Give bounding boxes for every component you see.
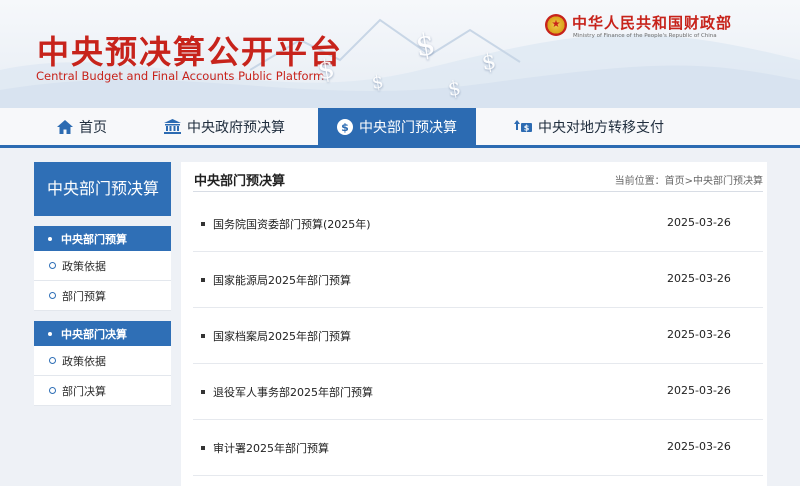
sidebar-item-label: 部门决算	[62, 384, 106, 398]
list-item[interactable]: 国务院国资委部门预算(2025年) 2025-03-26	[193, 196, 763, 252]
nav-item-central-government-budget[interactable]: 中央政府预决算	[164, 108, 285, 145]
list-item-title[interactable]: 审计署2025年部门预算	[213, 440, 329, 456]
government-building-icon	[164, 119, 181, 134]
transfer-icon: $	[514, 119, 532, 134]
sidebar-section-label: 中央部门预算	[61, 232, 127, 246]
sidebar-section-label: 中央部门决算	[61, 327, 127, 341]
circle-bullet-icon	[49, 357, 56, 364]
square-bullet-icon	[201, 222, 205, 226]
list-item-date: 2025-03-26	[667, 328, 731, 341]
list-item-title[interactable]: 退役军人事务部2025年部门预算	[213, 384, 373, 400]
bullet-icon	[48, 331, 52, 336]
site-banner: 中央预决算公开平台 Central Budget and Final Accou…	[0, 0, 800, 108]
nav-item-central-department-budget[interactable]: $ 中央部门预决算	[318, 108, 476, 145]
sidebar-item-label: 政策依据	[62, 354, 106, 368]
sidebar-group-budget: 中央部门预算 政策依据 部门预算	[34, 226, 171, 311]
main-nav: 首页 中央政府预决算 $ 中央部门预决算 $ 中央对地方转移支付	[0, 108, 800, 148]
dollar-coin-icon: $	[337, 118, 353, 135]
list-item-date: 2025-03-26	[667, 384, 731, 397]
list-item-title[interactable]: 国家能源局2025年部门预算	[213, 272, 351, 288]
national-emblem-icon: ★	[545, 14, 567, 36]
square-bullet-icon	[201, 390, 205, 394]
sidebar-item-label: 政策依据	[62, 259, 106, 273]
sidebar-section-final-accounts[interactable]: 中央部门决算	[34, 321, 171, 346]
bullet-icon	[48, 236, 52, 241]
circle-bullet-icon	[49, 387, 56, 394]
sidebar-group-final-accounts: 中央部门决算 政策依据 部门决算	[34, 321, 171, 406]
home-icon	[57, 119, 73, 134]
svg-text:$: $	[341, 121, 349, 134]
sidebar-item-department-final-accounts[interactable]: 部门决算	[34, 376, 171, 406]
nav-item-label: 中央政府预决算	[187, 119, 285, 136]
circle-bullet-icon	[49, 262, 56, 269]
square-bullet-icon	[201, 278, 205, 282]
list-item-date: 2025-03-26	[667, 272, 731, 285]
square-bullet-icon	[201, 334, 205, 338]
nav-item-label: 首页	[79, 119, 107, 136]
nav-item-label: 中央部门预决算	[359, 119, 457, 136]
sidebar-item-budget-policy[interactable]: 政策依据	[34, 251, 171, 281]
breadcrumb[interactable]: 当前位置：首页>中央部门预决算	[615, 172, 763, 187]
ministry-name-english: Ministry of Finance of the People's Repu…	[573, 33, 717, 39]
sidebar: 中央部门预决算 中央部门预算 政策依据 部门预算 中央部门决算 政策依据 部门决…	[34, 162, 171, 406]
list-item[interactable]: 国家能源局2025年部门预算 2025-03-26	[193, 252, 763, 308]
list-item[interactable]: 退役军人事务部2025年部门预算 2025-03-26	[193, 364, 763, 420]
nav-item-transfer-payments[interactable]: $ 中央对地方转移支付	[514, 108, 664, 145]
circle-bullet-icon	[49, 292, 56, 299]
list-item-title[interactable]: 国家档案局2025年部门预算	[213, 328, 351, 344]
content-panel: 中央部门预决算 当前位置：首页>中央部门预决算 国务院国资委部门预算(2025年…	[181, 162, 767, 486]
ministry-name[interactable]: 中华人民共和国财政部	[572, 14, 732, 32]
nav-item-home[interactable]: 首页	[57, 108, 107, 145]
sidebar-title: 中央部门预决算	[34, 162, 171, 216]
site-subtitle: Central Budget and Final Accounts Public…	[36, 69, 325, 83]
page-title: 中央部门预决算	[194, 174, 286, 189]
list-item-title[interactable]: 国务院国资委部门预算(2025年)	[213, 216, 371, 232]
list-item-date: 2025-03-26	[667, 216, 731, 229]
list-item-date: 2025-03-26	[667, 440, 731, 453]
sidebar-item-department-budget[interactable]: 部门预算	[34, 281, 171, 311]
list-item[interactable]: 国家档案局2025年部门预算 2025-03-26	[193, 308, 763, 364]
svg-text:$: $	[524, 123, 530, 132]
content-header: 中央部门预决算 当前位置：首页>中央部门预决算	[193, 162, 763, 192]
sidebar-item-final-accounts-policy[interactable]: 政策依据	[34, 346, 171, 376]
list-item[interactable]: 审计署2025年部门预算 2025-03-26	[193, 420, 763, 476]
nav-item-label: 中央对地方转移支付	[538, 119, 664, 136]
sidebar-item-label: 部门预算	[62, 289, 106, 303]
site-title[interactable]: 中央预决算公开平台	[37, 34, 343, 70]
square-bullet-icon	[201, 446, 205, 450]
sidebar-section-budget[interactable]: 中央部门预算	[34, 226, 171, 251]
